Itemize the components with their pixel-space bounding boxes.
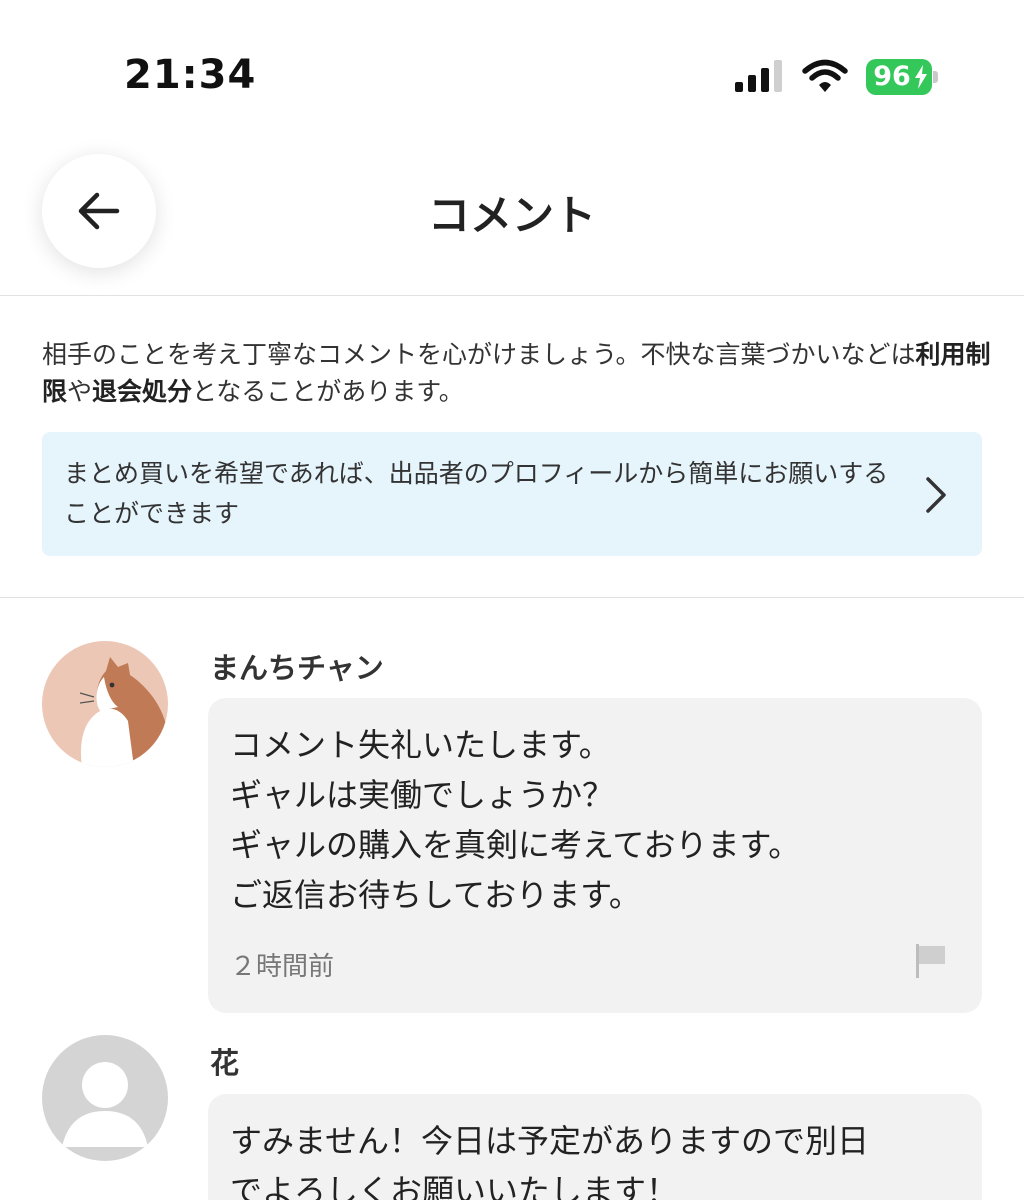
- divider: [0, 597, 1024, 598]
- comment-bubble: コメント失礼いたします。 ギャルは実働でしょうか？ ギャルの購入を真剣に考えてお…: [208, 698, 982, 1013]
- notice-text: や: [67, 377, 93, 406]
- status-bar: 21:34 96: [0, 0, 1024, 130]
- comment-text: すみません！今日は予定がありますので別日 でよろしくお願いいたします！: [230, 1122, 870, 1200]
- chevron-right-icon: [926, 477, 946, 513]
- cellular-signal-icon: [735, 60, 782, 92]
- cat-avatar[interactable]: [42, 641, 168, 767]
- comment-guidelines-notice: 相手のことを考え丁寧なコメントを心がけましょう。不快な言葉づかいなどは利用制限や…: [42, 336, 992, 410]
- battery-cap: [933, 71, 938, 83]
- status-time: 21:34: [124, 52, 257, 98]
- notice-bold-account-suspension: 退会処分: [92, 377, 193, 406]
- page-title: コメント: [427, 191, 596, 240]
- comment-bubble: すみません！今日は予定がありますので別日 でよろしくお願いいたします！: [208, 1094, 982, 1200]
- banner-text: まとめ買いを希望であれば、出品者のプロフィールから簡単にお願いすることができます: [64, 459, 889, 528]
- notice-text: となることがあります。: [192, 377, 464, 406]
- flag-icon[interactable]: [914, 942, 948, 980]
- notice-text: 相手のことを考え丁寧なコメントを心がけましょう。不快な言葉づかいなどは: [42, 340, 916, 369]
- default-user-avatar[interactable]: [42, 1035, 168, 1161]
- charging-bolt-icon: [915, 65, 927, 89]
- comment-user-name[interactable]: まんちチャン: [210, 645, 384, 687]
- battery-level: 96: [873, 61, 911, 92]
- wifi-icon: [802, 59, 848, 92]
- header: コメント: [0, 130, 1024, 296]
- comment-timestamp: ２時間前: [230, 952, 335, 982]
- comment-user-name[interactable]: 花: [210, 1040, 239, 1082]
- battery-indicator: 96: [866, 59, 938, 95]
- bulk-purchase-banner[interactable]: まとめ買いを希望であれば、出品者のプロフィールから簡単にお願いすることができます: [42, 432, 982, 556]
- comment-text: コメント失礼いたします。 ギャルは実働でしょうか？ ギャルの購入を真剣に考えてお…: [230, 726, 801, 914]
